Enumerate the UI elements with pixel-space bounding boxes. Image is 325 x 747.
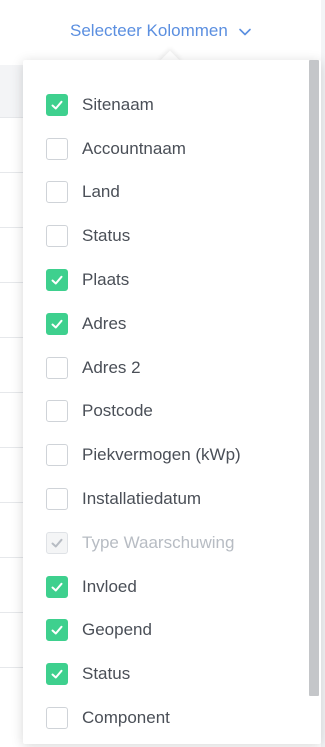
column-option-label: Accountnaam	[82, 138, 186, 158]
column-option[interactable]: Adres	[23, 302, 313, 346]
column-option[interactable]: Accountnaam	[23, 127, 313, 171]
column-option-label: Status	[82, 664, 131, 684]
checkbox[interactable]	[46, 312, 68, 335]
checkmark-icon	[51, 319, 63, 329]
scrollbar-thumb[interactable]	[309, 60, 319, 696]
checkbox[interactable]	[46, 444, 68, 467]
checkbox[interactable]	[46, 488, 68, 511]
column-option[interactable]: Plaats	[23, 258, 313, 302]
column-option[interactable]: Geopend	[23, 609, 313, 653]
column-option[interactable]: Installatiedatum	[23, 477, 313, 521]
page: Selecteer Kolommen Sitenaam Accountnaam La…	[0, 0, 325, 747]
column-option[interactable]: Piekvermogen (kWp)	[23, 433, 313, 477]
checkbox[interactable]	[46, 707, 68, 730]
checkbox[interactable]	[46, 269, 68, 292]
table-cell-text-partial	[100, 740, 122, 747]
checkbox[interactable]	[46, 225, 68, 248]
column-option[interactable]: Component	[23, 696, 313, 740]
column-option[interactable]: Land	[23, 171, 313, 215]
column-option[interactable]: Invloed	[23, 565, 313, 609]
column-option[interactable]: Status	[23, 652, 313, 696]
checkmark-icon	[51, 582, 63, 592]
column-option-label: Piekvermogen (kWp)	[82, 445, 241, 465]
column-option: Type Waarschuwing	[23, 521, 313, 565]
column-option-label: Invloed	[82, 576, 137, 596]
column-option-label: Installatiedatum	[82, 489, 202, 509]
column-option-label: Land	[82, 182, 120, 202]
column-option-label: Status	[82, 226, 131, 246]
column-option[interactable]: Postcode	[23, 390, 313, 434]
column-selector-trigger[interactable]: Selecteer Kolommen	[70, 18, 252, 44]
checkbox[interactable]	[46, 137, 68, 160]
column-option-label: Sitenaam	[82, 94, 154, 114]
column-option[interactable]: Adres 2	[23, 346, 313, 390]
column-option-label: Plaats	[82, 270, 130, 290]
column-option-label: Geopend	[82, 620, 152, 640]
checkmark-icon	[51, 670, 63, 679]
checkbox[interactable]	[46, 93, 68, 116]
column-selector-dropdown: Sitenaam Accountnaam Land Status Plaats Adres…	[23, 60, 321, 744]
page-edge	[321, 0, 325, 747]
column-option-label: Postcode	[82, 401, 153, 421]
checkbox[interactable]	[46, 663, 68, 686]
checkmark-icon	[51, 538, 63, 548]
checkmark-icon	[51, 275, 63, 285]
dropdown-scrollbar[interactable]	[309, 60, 319, 744]
column-selector-label: Selecteer Kolommen	[70, 21, 228, 40]
column-option-label: Component	[82, 708, 170, 728]
checkbox[interactable]	[46, 619, 68, 642]
checkbox[interactable]	[46, 356, 68, 379]
column-option[interactable]: Status	[23, 214, 313, 258]
checkmark-icon	[51, 626, 63, 635]
column-option-label: Adres 2	[82, 357, 141, 377]
checkbox[interactable]	[46, 400, 68, 423]
checkbox	[46, 531, 68, 554]
column-list: Sitenaam Accountnaam Land Status Plaats Adres…	[23, 83, 313, 740]
checkmark-icon	[51, 100, 63, 110]
checkbox[interactable]	[46, 575, 68, 598]
chevron-down-icon	[238, 24, 252, 38]
column-option[interactable]: Sitenaam	[23, 83, 313, 127]
column-option-label: Adres	[82, 313, 127, 333]
checkbox[interactable]	[46, 181, 68, 204]
column-option-label: Type Waarschuwing	[82, 532, 235, 552]
